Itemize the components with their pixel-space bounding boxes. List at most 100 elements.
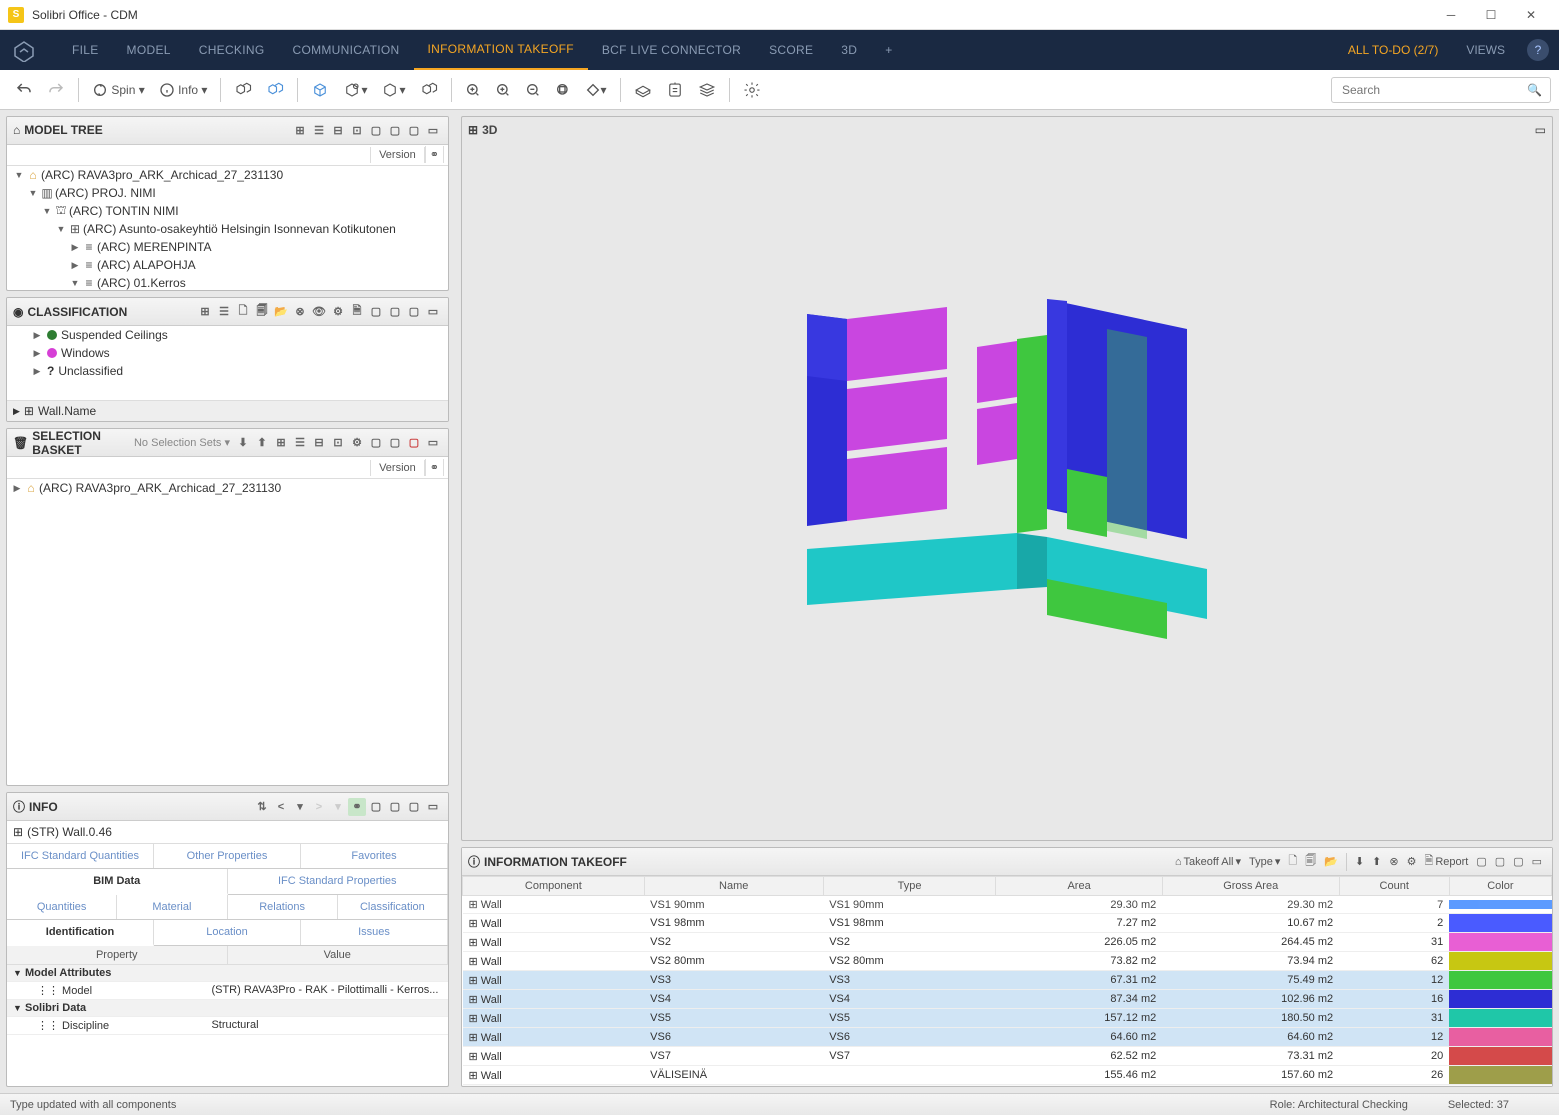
cube-drop-icon[interactable]: ▾	[375, 77, 411, 103]
takeoff-open-icon[interactable]: 📂	[1320, 853, 1342, 870]
column-type[interactable]: Type	[823, 877, 996, 896]
tree-row[interactable]: ▶≡(ARC) MERENPINTA	[7, 238, 448, 256]
class-footer-arrow[interactable]: ▶	[13, 406, 20, 417]
takeoff-down-icon[interactable]: ⬇	[1351, 853, 1368, 870]
zoom-area-icon[interactable]	[549, 78, 577, 102]
tab-quantities[interactable]: Quantities	[7, 895, 117, 919]
takeoff-up-icon[interactable]: ⬆	[1368, 853, 1385, 870]
column-gross-area[interactable]: Gross Area	[1162, 877, 1339, 896]
menu-bcf-live-connector[interactable]: BCF LIVE CONNECTOR	[588, 30, 755, 70]
cube-multi-icon[interactable]	[228, 77, 258, 103]
undo-button[interactable]	[9, 77, 39, 103]
takeoff-del-icon[interactable]: ⊗	[1385, 853, 1402, 870]
tree-row[interactable]: ▼⛫(ARC) TONTIN NIMI	[7, 202, 448, 220]
basket-tool-8[interactable]: ▢	[367, 434, 385, 452]
tree-tool-5[interactable]: ▢	[367, 121, 385, 139]
tree-tool-1[interactable]: ⊞	[291, 121, 309, 139]
tab-location[interactable]: Location	[154, 920, 301, 945]
class-tool-9[interactable]: 🗎	[348, 303, 366, 321]
tree-tool-3[interactable]: ⊟	[329, 121, 347, 139]
tab-ifc-standard-quantities[interactable]: IFC Standard Quantities	[7, 844, 154, 868]
settings-icon[interactable]	[737, 77, 767, 103]
tree-tool-2[interactable]: ☰	[310, 121, 328, 139]
help-button[interactable]: ?	[1527, 39, 1549, 61]
class-tool-10[interactable]: ▢	[367, 303, 385, 321]
class-tool-8[interactable]: ⚙	[329, 303, 347, 321]
views-button[interactable]: VIEWS	[1452, 43, 1519, 57]
table-row[interactable]: ⊞ WallVS6VS664.60 m264.60 m212	[463, 1028, 1552, 1047]
basket-link-icon[interactable]: ⚭	[425, 459, 444, 476]
tree-tool-6[interactable]: ▢	[386, 121, 404, 139]
link-icon[interactable]: ⚭	[425, 146, 444, 163]
info-sort-icon[interactable]: ⇅	[253, 798, 271, 816]
table-row[interactable]: ⊞ WallVS2 80mmVS2 80mm73.82 m273.94 m262	[463, 952, 1552, 971]
minimize-button[interactable]: ─	[1431, 0, 1471, 30]
layers-icon[interactable]	[692, 77, 722, 103]
takeoff-all-button[interactable]: ⌂ Takeoff All ▾	[1171, 853, 1245, 870]
measure-icon[interactable]: ▾	[579, 78, 613, 102]
basket-tool-7[interactable]: ⚙	[348, 434, 366, 452]
table-row[interactable]: ⊞ WallVÄLISEINÄ155.46 m2157.60 m226	[463, 1066, 1552, 1085]
class-tool-13[interactable]: ▭	[424, 303, 442, 321]
basket-tool-10[interactable]: ▢	[405, 434, 423, 452]
class-tool-1[interactable]: ⊞	[196, 303, 214, 321]
info-drop-icon[interactable]: ▾	[291, 798, 309, 816]
class-row[interactable]: ▶Suspended Ceilings	[7, 326, 448, 344]
model-tree[interactable]: ▼⌂(ARC) RAVA3pro_ARK_Archicad_27_231130▼…	[7, 166, 448, 290]
info-button[interactable]: Info ▾	[153, 78, 214, 102]
zoom-fit-icon[interactable]	[459, 78, 487, 102]
info-link-icon[interactable]: ⚭	[348, 798, 366, 816]
classification-tree[interactable]: Stairs▶Suspended Ceilings▶Windows▶?Uncla…	[7, 326, 448, 400]
column-component[interactable]: Component	[463, 877, 645, 896]
basket-tool-1[interactable]: ⬇	[234, 434, 252, 452]
tab-classification[interactable]: Classification	[338, 895, 448, 919]
menu-file[interactable]: FILE	[58, 30, 113, 70]
class-tool-11[interactable]: ▢	[386, 303, 404, 321]
all-todo-button[interactable]: ALL TO-DO (2/7)	[1334, 43, 1452, 57]
3d-viewport[interactable]: ⊞3D ▭	[461, 116, 1553, 841]
zoom-in-icon[interactable]	[489, 78, 517, 102]
tree-tool-8[interactable]: ▭	[424, 121, 442, 139]
tab-favorites[interactable]: Favorites	[301, 844, 448, 868]
tree-tool-4[interactable]: ⊡	[348, 121, 366, 139]
class-tool-2[interactable]: ☰	[215, 303, 233, 321]
add-tab-button[interactable]: +	[871, 43, 906, 57]
class-tool-3[interactable]: 🗋	[234, 303, 252, 321]
class-tool-4[interactable]: 🗐	[253, 303, 271, 321]
takeoff-box2-icon[interactable]: ▢	[1491, 853, 1509, 870]
section-icon[interactable]	[628, 77, 658, 103]
info-next-icon[interactable]: >	[310, 798, 328, 816]
tree-row[interactable]: ▼⊞(ARC) Asunto-osakeyhtiö Helsingin Ison…	[7, 220, 448, 238]
class-tool-7[interactable]: 👁	[310, 303, 328, 321]
redo-button[interactable]	[41, 77, 71, 103]
basket-tool-4[interactable]: ☰	[291, 434, 309, 452]
info-box3-icon[interactable]: ▢	[405, 798, 423, 816]
basket-tool-5[interactable]: ⊟	[310, 434, 328, 452]
takeoff-box1-icon[interactable]: ▢	[1472, 853, 1490, 870]
tab-bim-data[interactable]: BIM Data	[7, 869, 228, 895]
tree-row[interactable]: ▼▥(ARC) PROJ. NIMI	[7, 184, 448, 202]
table-row[interactable]: ⊞ WallVS2VS2226.05 m2264.45 m231	[463, 933, 1552, 952]
takeoff-type-button[interactable]: Type ▾	[1245, 853, 1284, 870]
transparent-icon[interactable]	[414, 77, 444, 103]
basket-tool-9[interactable]: ▢	[386, 434, 404, 452]
tree-row[interactable]: ▼≡(ARC) 01.Kerros	[7, 274, 448, 290]
takeoff-copy-icon[interactable]: 🗐	[1301, 850, 1320, 873]
menu-3d[interactable]: 3D	[827, 30, 871, 70]
menu-checking[interactable]: CHECKING	[185, 30, 279, 70]
column-count[interactable]: Count	[1339, 877, 1449, 896]
cube-solid-icon[interactable]	[305, 77, 335, 103]
tree-row[interactable]: ▼⌂(ARC) RAVA3pro_ARK_Archicad_27_231130	[7, 166, 448, 184]
info-down-icon[interactable]: ▾	[329, 798, 347, 816]
takeoff-report-button[interactable]: 🗎 Report	[1420, 850, 1472, 873]
basket-tool-11[interactable]: ▭	[424, 434, 442, 452]
basket-tree[interactable]: ▶⌂(ARC) RAVA3pro_ARK_Archicad_27_231130	[7, 479, 448, 497]
column-area[interactable]: Area	[996, 877, 1162, 896]
markup-icon[interactable]	[660, 77, 690, 103]
tab-relations[interactable]: Relations	[228, 895, 338, 919]
maximize-button[interactable]: ☐	[1471, 0, 1511, 30]
tree-tool-7[interactable]: ▢	[405, 121, 423, 139]
search-input[interactable]	[1340, 82, 1527, 98]
cube-wire-icon[interactable]	[260, 77, 290, 103]
tab-other-properties[interactable]: Other Properties	[154, 844, 301, 868]
